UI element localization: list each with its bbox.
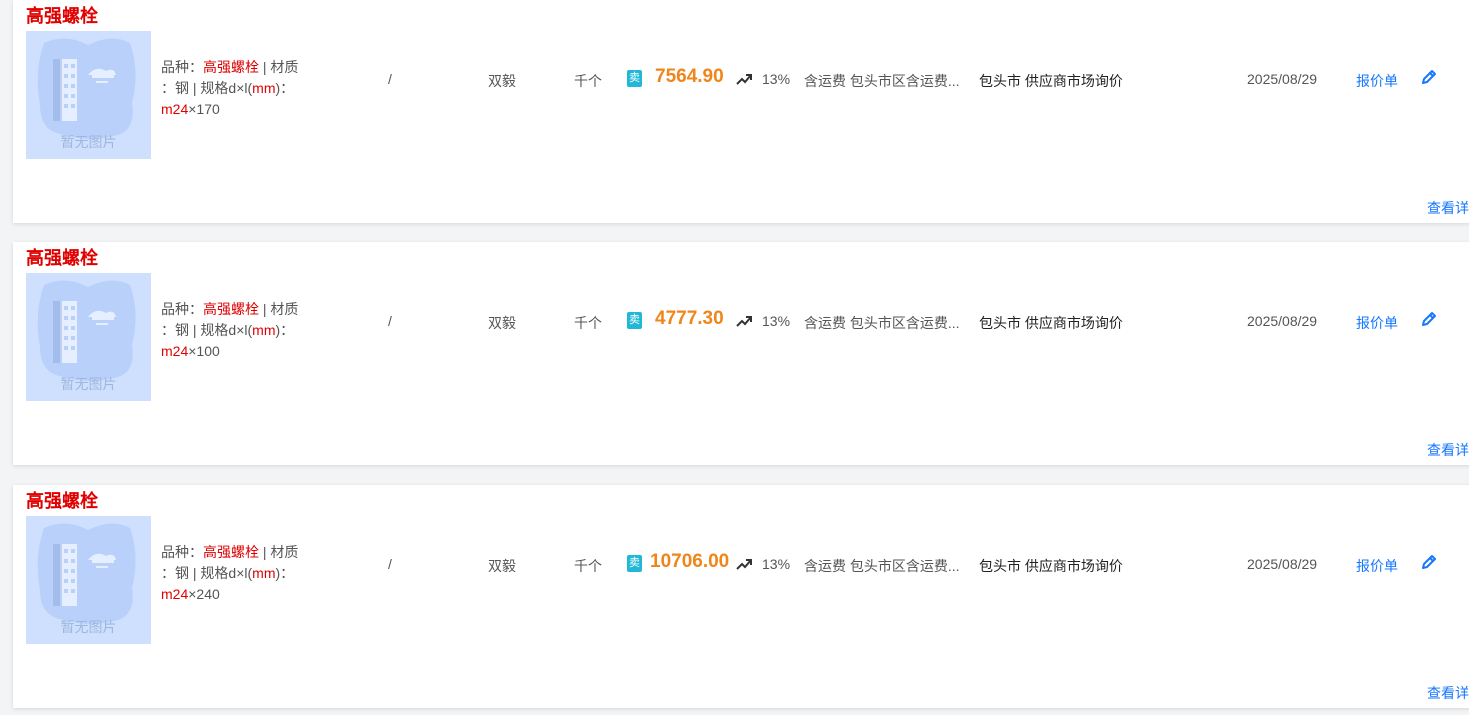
no-image-label: 暂无图片 xyxy=(60,376,117,392)
product-title[interactable]: 高强螺栓 xyxy=(26,244,98,270)
price-date: 2025/08/29 xyxy=(1247,71,1318,87)
spec-material-label: | 材质 xyxy=(259,59,299,75)
pencil-edit-icon[interactable] xyxy=(1419,309,1439,329)
no-image-label: 暂无图片 xyxy=(60,134,117,150)
spec-variety-label: 品种： xyxy=(161,301,203,317)
spec-unit-mm: mm xyxy=(252,322,276,338)
city-source: 包头市 供应商市场询价 xyxy=(979,558,1123,574)
tax-rate: 13% xyxy=(762,71,791,87)
spec-material-label: | 材质 xyxy=(259,544,299,560)
pencil-edit-icon[interactable] xyxy=(1419,67,1439,87)
city-source: 包头市 供应商市场询价 xyxy=(979,73,1123,89)
tax-rate: 13% xyxy=(762,556,791,572)
spec-size-value: ×100 xyxy=(188,343,220,359)
view-detail-link[interactable]: 查看详 xyxy=(1427,198,1469,218)
price-date: 2025/08/29 xyxy=(1247,313,1318,329)
view-detail-link[interactable]: 查看详 xyxy=(1427,683,1469,703)
spec-variety-label: 品种： xyxy=(161,59,203,75)
spec-variety-value: 高强螺栓 xyxy=(203,301,259,317)
price-value: 4777.30 xyxy=(655,308,724,329)
spec-unit-mm: mm xyxy=(252,80,276,96)
trend-up-icon xyxy=(736,316,752,327)
spec-line-end: )： xyxy=(275,80,295,96)
quote-link[interactable]: 报价单 xyxy=(1356,556,1398,576)
city-source: 包头市 供应商市场询价 xyxy=(979,315,1123,331)
product-image-placeholder[interactable]: 暂无图片 xyxy=(26,31,151,159)
shipping-info: 含运费 包头市区含运费... xyxy=(804,315,960,331)
sell-badge: 卖 xyxy=(627,70,642,87)
spec-unit-mm: mm xyxy=(252,565,276,581)
product-image-placeholder[interactable]: 暂无图片 xyxy=(26,273,151,401)
spec-material-size: ：钢 | 规格d×l( xyxy=(161,322,253,338)
unit-value: 千个 xyxy=(574,558,602,574)
product-card: 高强螺栓 暂无图片 品种：高强螺栓 | 材质 ：钢 | 规格d×l(mm)： m… xyxy=(13,242,1469,465)
no-image-label: 暂无图片 xyxy=(60,619,117,635)
spec-size-prefix: m24 xyxy=(161,101,189,117)
spec-size-prefix: m24 xyxy=(161,343,189,359)
brand-value: 双毅 xyxy=(488,73,516,89)
product-title[interactable]: 高强螺栓 xyxy=(26,487,98,513)
spec-size-value: ×170 xyxy=(188,101,220,117)
brand-value: 双毅 xyxy=(488,558,516,574)
view-detail-link[interactable]: 查看详 xyxy=(1427,440,1469,460)
spec-line-end: )： xyxy=(275,322,295,338)
trend-up-icon xyxy=(736,559,752,570)
tax-rate: 13% xyxy=(762,313,791,329)
spec-variety-value: 高强螺栓 xyxy=(203,59,259,75)
pencil-edit-icon[interactable] xyxy=(1419,552,1439,572)
sell-badge: 卖 xyxy=(627,312,642,329)
product-title[interactable]: 高强螺栓 xyxy=(26,2,98,28)
spec-line-end: )： xyxy=(275,565,295,581)
product-spec: 品种：高强螺栓 | 材质 ：钢 | 规格d×l(mm)： m24×100 xyxy=(161,299,321,362)
model-value: / xyxy=(388,556,392,572)
shipping-info: 含运费 包头市区含运费... xyxy=(804,558,960,574)
model-value: / xyxy=(388,313,392,329)
product-spec: 品种：高强螺栓 | 材质 ：钢 | 规格d×l(mm)： m24×170 xyxy=(161,57,321,120)
spec-size-prefix: m24 xyxy=(161,586,189,602)
price-date: 2025/08/29 xyxy=(1247,556,1318,572)
quote-link[interactable]: 报价单 xyxy=(1356,313,1398,333)
spec-size-value: ×240 xyxy=(188,586,220,602)
spec-variety-value: 高强螺栓 xyxy=(203,544,259,560)
sell-badge: 卖 xyxy=(627,555,642,572)
spec-variety-label: 品种： xyxy=(161,544,203,560)
unit-value: 千个 xyxy=(574,315,602,331)
model-value: / xyxy=(388,71,392,87)
product-card: 高强螺栓 暂无图片 品种：高强螺栓 | 材质 ：钢 | 规格d×l(mm)： m… xyxy=(13,485,1469,708)
quote-link[interactable]: 报价单 xyxy=(1356,71,1398,91)
price-value: 7564.90 xyxy=(655,66,724,87)
product-card: 高强螺栓 暂无图片 品种：高强螺栓 | 材质 ：钢 | 规格d×l(mm)： m… xyxy=(13,0,1469,223)
shipping-info: 含运费 包头市区含运费... xyxy=(804,73,960,89)
price-value: 10706.00 xyxy=(650,551,730,572)
spec-material-label: | 材质 xyxy=(259,301,299,317)
spec-material-size: ：钢 | 规格d×l( xyxy=(161,565,253,581)
spec-material-size: ：钢 | 规格d×l( xyxy=(161,80,253,96)
unit-value: 千个 xyxy=(574,73,602,89)
brand-value: 双毅 xyxy=(488,315,516,331)
product-spec: 品种：高强螺栓 | 材质 ：钢 | 规格d×l(mm)： m24×240 xyxy=(161,542,321,605)
product-image-placeholder[interactable]: 暂无图片 xyxy=(26,516,151,644)
trend-up-icon xyxy=(736,74,752,85)
